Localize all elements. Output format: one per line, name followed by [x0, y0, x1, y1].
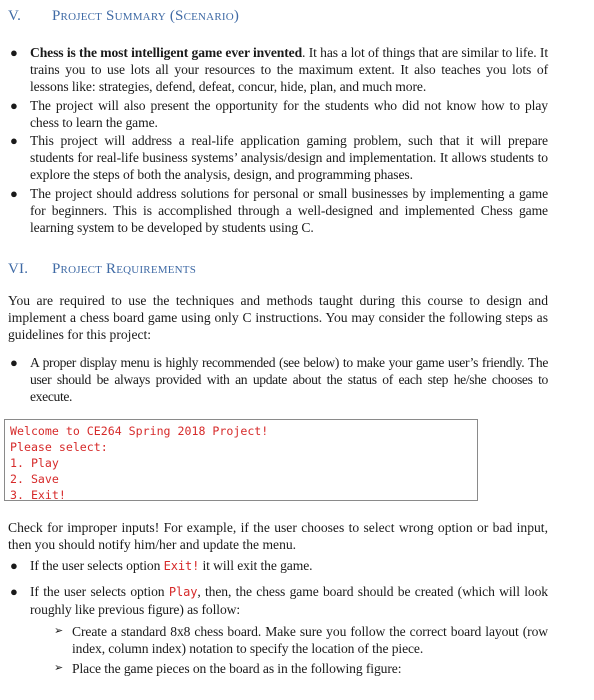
check-paragraph: Check for improper inputs! For example, … [8, 520, 548, 552]
inline-code: Play [168, 585, 198, 599]
code-line: Please select: [10, 440, 108, 454]
code-line: 1. Play [10, 456, 59, 470]
section-title: Project Requirements [52, 261, 197, 277]
bullet-icon: ● [10, 45, 18, 60]
arrow-bullet-icon: ➢ [54, 662, 64, 674]
list-item: ● The project should address solutions f… [8, 185, 548, 236]
arrow-bullet-icon: ➢ [54, 625, 64, 637]
code-line: Welcome to CE264 Spring 2018 Project! [10, 424, 269, 438]
bullet-icon: ● [10, 584, 18, 599]
bullet-icon: ● [10, 98, 18, 113]
list-item: ● A proper display menu is highly recomm… [8, 354, 548, 405]
list-item: ● If the user selects option Play, then,… [8, 583, 548, 618]
list-item: ● The project will also present the oppo… [8, 97, 548, 131]
code-line: 3. Exit! [10, 488, 66, 502]
code-line: 2. Save [10, 472, 59, 486]
bullet-text: This project will address a real-life ap… [30, 133, 548, 182]
list-item: ● This project will address a real-life … [8, 132, 548, 183]
sub-list-item: ➢ Create a standard 8x8 chess board. Mak… [54, 623, 548, 657]
list-item: ● Chess is the most intelligent game eve… [8, 44, 548, 95]
bold-text: Chess is the most intelligent game ever … [30, 45, 303, 60]
section-6-heading: VI. Project Requirements [8, 261, 196, 278]
sub-bullet-text: Create a standard 8x8 chess board. Make … [72, 624, 548, 656]
bullet-text: If the user selects option [30, 584, 169, 599]
inline-code: Exit! [163, 559, 200, 573]
bullet-text: A proper display menu is highly recommen… [30, 355, 548, 404]
bullet-text: The project should address solutions for… [30, 186, 548, 235]
menu-code-box: Welcome to CE264 Spring 2018 Project! Pl… [4, 419, 478, 502]
section-number: VI. [8, 261, 29, 277]
intro-paragraph: You are required to use the techniques a… [8, 293, 548, 342]
bullet-text: The project will also present the opport… [30, 98, 548, 130]
sub-list-item: ➢ Place the game pieces on the board as … [54, 660, 548, 677]
list-item: ● If the user selects option Exit! it wi… [8, 557, 548, 575]
bullet-icon: ● [10, 186, 18, 201]
bullet-text: it will exit the game. [199, 558, 313, 573]
section-number: V. [8, 8, 22, 24]
sub-bullet-text: Place the game pieces on the board as in… [72, 661, 402, 676]
section-5-heading: V. Project Summary (Scenario) [8, 8, 239, 25]
section-title: Project Summary (Scenario) [52, 8, 240, 24]
bullet-icon: ● [10, 133, 18, 148]
bullet-icon: ● [10, 558, 18, 573]
bullet-text: If the user selects option [30, 558, 164, 573]
bullet-icon: ● [10, 355, 18, 370]
